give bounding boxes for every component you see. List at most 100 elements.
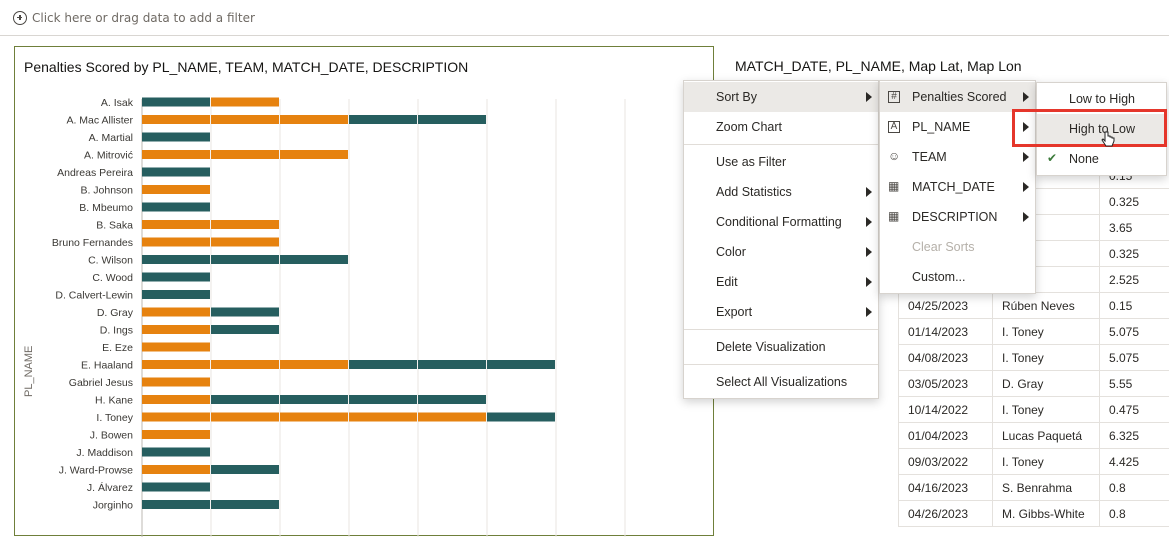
table-row[interactable]: 10/14/2022 I. Toney 0.475	[898, 397, 1169, 423]
menu-divider	[684, 329, 878, 330]
bar-segment[interactable]	[211, 500, 279, 509]
bar-segment[interactable]	[142, 482, 210, 492]
bar-segment[interactable]	[211, 307, 279, 317]
bar-segment[interactable]	[211, 360, 279, 369]
bar-segment[interactable]	[211, 115, 279, 124]
menu-export[interactable]: Export	[684, 297, 878, 327]
table-row[interactable]: 04/16/2023 S. Benrahma 0.8	[898, 475, 1169, 501]
bar-segment[interactable]	[418, 115, 486, 124]
bar-segment[interactable]	[142, 290, 210, 299]
bar-chart[interactable]: A. Isak A. Mac Allister A. Martial A. Mitro…	[15, 47, 715, 537]
bar-segment[interactable]	[142, 325, 210, 334]
bar-segment[interactable]	[211, 150, 279, 159]
bar-segment[interactable]	[487, 360, 555, 369]
add-filter-icon[interactable]	[13, 10, 27, 25]
bar-segment[interactable]	[280, 115, 348, 124]
bar-segment[interactable]	[142, 167, 210, 177]
bar-segment[interactable]	[211, 395, 279, 404]
y-tick-label: J. Bowen	[90, 430, 133, 442]
bar-segment[interactable]	[142, 430, 210, 439]
menu-sort-by[interactable]: Sort By	[684, 82, 878, 112]
bar-segment[interactable]	[280, 395, 348, 404]
bar-segment[interactable]	[211, 220, 279, 229]
menu-color[interactable]: Color	[684, 237, 878, 267]
bar-segment[interactable]	[142, 255, 210, 264]
bar-segment[interactable]	[142, 272, 210, 282]
table-row[interactable]: 01/04/2023 Lucas Paquetá 6.325	[898, 423, 1169, 449]
sort-item-label: MATCH_DATE	[912, 180, 995, 194]
bar-segment[interactable]	[280, 360, 348, 369]
table-cell: 0.475	[1100, 397, 1169, 422]
bar-segment[interactable]	[142, 395, 210, 404]
bar-segment[interactable]	[349, 395, 417, 404]
bar-segment[interactable]	[142, 307, 210, 317]
table-row[interactable]: 04/25/2023 Rúben Neves 0.15	[898, 293, 1169, 319]
sort-item-penalties-scored[interactable]: # Penalties Scored	[880, 82, 1035, 112]
bar-segment[interactable]	[487, 412, 555, 422]
bar-segment[interactable]	[142, 132, 210, 142]
y-tick-label: J. Álvarez	[87, 481, 133, 494]
bar-segment[interactable]	[280, 150, 348, 159]
menu-color-label: Color	[716, 245, 746, 259]
bar-segment[interactable]	[142, 115, 210, 124]
bar-segment[interactable]	[211, 255, 279, 264]
bar-segment[interactable]	[418, 412, 486, 422]
bar-segment[interactable]	[142, 342, 210, 352]
menu-conditional-formatting[interactable]: Conditional Formatting	[684, 207, 878, 237]
bar-segment[interactable]	[142, 500, 210, 509]
bar-segment[interactable]	[280, 255, 348, 264]
y-tick-label: B. Johnson	[80, 185, 133, 197]
bar-segment[interactable]	[211, 412, 279, 422]
table-cell: 6.325	[1100, 423, 1169, 448]
table-row[interactable]: 04/26/2023 M. Gibbs-White 0.8	[898, 501, 1169, 527]
table-row[interactable]: 04/08/2023 I. Toney 5.075	[898, 345, 1169, 371]
bar-segment[interactable]	[142, 97, 210, 107]
submenu-arrow-icon	[866, 217, 872, 227]
bar-segment[interactable]	[142, 412, 210, 422]
y-tick-label: J. Ward-Prowse	[59, 465, 133, 477]
bar-chart-visualization[interactable]: Penalties Scored by PL_NAME, TEAM, MATCH…	[14, 46, 715, 537]
menu-zoom-chart[interactable]: Zoom Chart	[684, 112, 878, 142]
bar-segment[interactable]	[142, 237, 210, 247]
table-cell: Rúben Neves	[993, 293, 1100, 318]
menu-conditional-formatting-label: Conditional Formatting	[716, 215, 842, 229]
bar-segment[interactable]	[142, 377, 210, 387]
bar-segment[interactable]	[280, 412, 348, 422]
bar-segment[interactable]	[349, 360, 417, 369]
bar-segment[interactable]	[142, 360, 210, 369]
y-tick-label: Andreas Pereira	[57, 167, 133, 179]
table-cell: 0.8	[1100, 475, 1169, 500]
bar-segment[interactable]	[211, 97, 279, 107]
bar-segment[interactable]	[142, 447, 210, 457]
y-tick-label: J. Maddison	[76, 447, 133, 459]
bar-segment[interactable]	[418, 360, 486, 369]
table-row[interactable]: 03/05/2023 D. Gray 5.55	[898, 371, 1169, 397]
table-row[interactable]: 09/03/2022 I. Toney 4.425	[898, 449, 1169, 475]
sort-order-label: Low to High	[1069, 92, 1136, 106]
sort-item-description[interactable]: ▦ DESCRIPTION	[880, 202, 1035, 232]
menu-edit[interactable]: Edit	[684, 267, 878, 297]
bar-segment[interactable]	[142, 220, 210, 229]
y-tick-label: A. Isak	[101, 97, 134, 109]
bar-segment[interactable]	[142, 465, 210, 474]
bar-segment[interactable]	[211, 237, 279, 247]
bar-segment[interactable]	[142, 202, 210, 212]
table-cell: D. Gray	[993, 371, 1100, 396]
bar-segment[interactable]	[349, 412, 417, 422]
y-tick-label: E. Haaland	[81, 360, 133, 372]
bar-segment[interactable]	[349, 115, 417, 124]
bar-segment[interactable]	[142, 185, 210, 194]
menu-use-as-filter[interactable]: Use as Filter	[684, 147, 878, 177]
menu-delete-visualization[interactable]: Delete Visualization	[684, 332, 878, 362]
menu-add-statistics[interactable]: Add Statistics	[684, 177, 878, 207]
table-cell: 2.525	[1100, 267, 1169, 292]
bar-segment[interactable]	[142, 150, 210, 159]
bar-segment[interactable]	[418, 395, 486, 404]
table-row[interactable]: 01/14/2023 I. Toney 5.075	[898, 319, 1169, 345]
sort-custom[interactable]: Custom...	[880, 262, 1035, 292]
filter-bar[interactable]: Click here or drag data to add a filter	[0, 0, 1169, 36]
menu-select-all-visualizations[interactable]: Select All Visualizations	[684, 367, 878, 397]
bar-segment[interactable]	[211, 465, 279, 474]
sort-item-match-date[interactable]: ▦ MATCH_DATE	[880, 172, 1035, 202]
bar-segment[interactable]	[211, 325, 279, 334]
